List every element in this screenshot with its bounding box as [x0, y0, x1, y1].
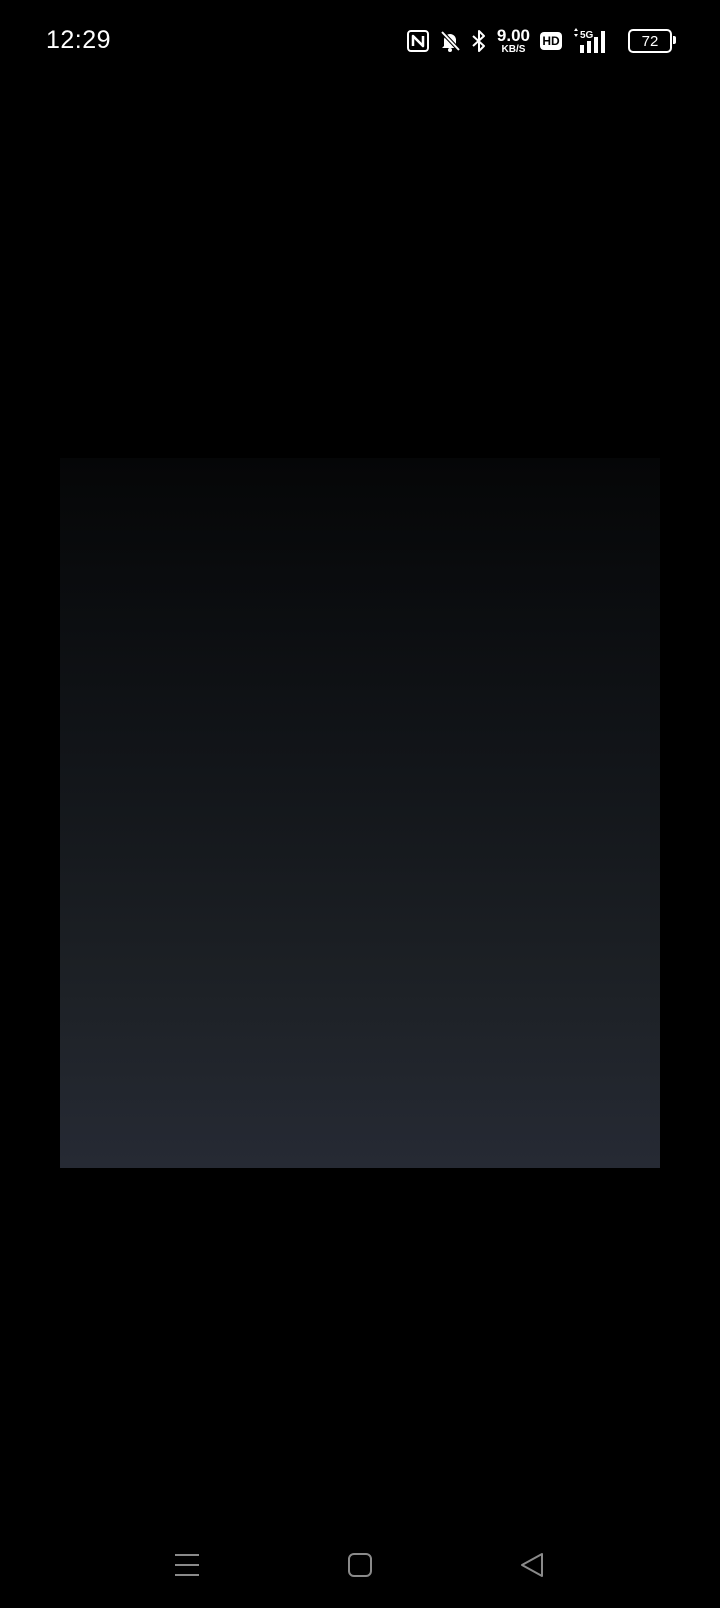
hd-icon: HD — [540, 32, 562, 50]
network-speed-unit: KB/S — [501, 44, 526, 55]
menu-icon — [175, 1554, 199, 1576]
network-speed: 9.00 KB/S — [497, 27, 530, 55]
network-speed-value: 9.00 — [496, 26, 530, 45]
nfc-icon — [406, 30, 429, 52]
bluetooth-icon — [471, 29, 487, 53]
status-time: 12:29 — [46, 26, 112, 54]
back-icon — [521, 1553, 543, 1577]
content-panel — [60, 458, 660, 1168]
network-type: 5G — [580, 30, 594, 41]
menu-button[interactable] — [157, 1530, 217, 1600]
signal-5g-icon: 5G — [572, 28, 612, 54]
status-icons: 9.00 KB/S HD 5G 72 — [406, 26, 676, 56]
home-icon — [348, 1553, 372, 1577]
navigation-bar — [0, 1530, 720, 1600]
back-button[interactable] — [502, 1530, 562, 1600]
battery-icon: 72 — [628, 29, 676, 53]
status-bar: 12:29 9.00 KB/S HD 5G 72 — [0, 0, 720, 84]
battery-level: 72 — [641, 32, 659, 50]
bell-muted-icon — [439, 30, 461, 52]
home-button[interactable] — [330, 1530, 390, 1600]
